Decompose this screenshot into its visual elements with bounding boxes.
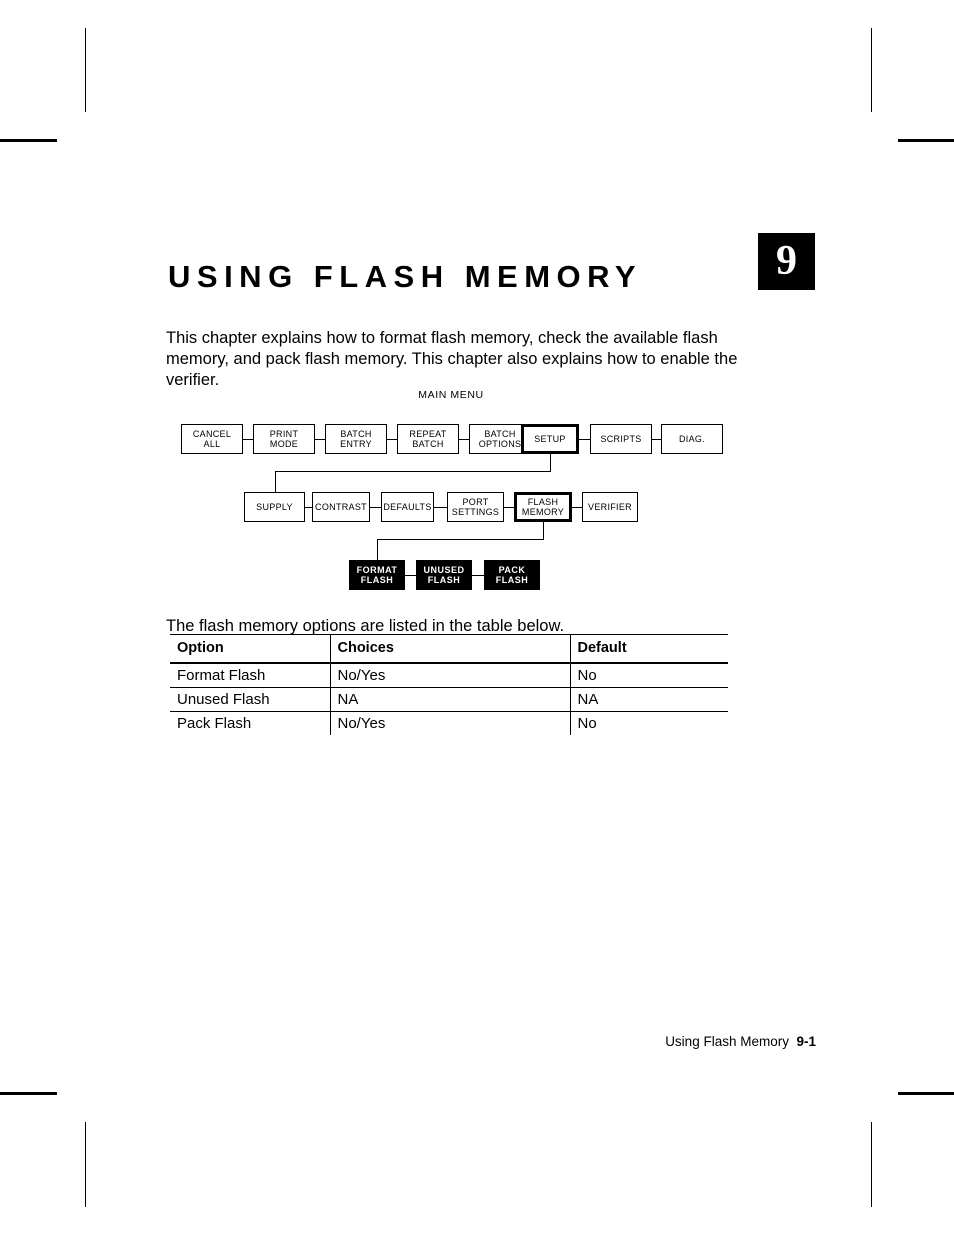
connector-line: [472, 575, 484, 576]
menu-node-label: REPEAT: [409, 428, 447, 439]
table-intro-text: The flash memory options are listed in t…: [166, 616, 565, 635]
menu-node-label: SETUP: [534, 433, 566, 444]
table-cell: No: [569, 711, 728, 735]
menu-node-flash-memory: FLASH MEMORY: [514, 492, 572, 522]
menu-node-label: UNUSED: [423, 564, 465, 575]
crop-mark-top-right-horizontal: [898, 139, 954, 142]
connector-line: [572, 507, 582, 508]
connector-line: [459, 439, 469, 440]
table-cell: Format Flash: [170, 663, 330, 688]
connector-line: [370, 507, 381, 508]
crop-mark-top-left-horizontal: [0, 139, 57, 142]
menu-node-label-line2: SETTINGS: [451, 507, 500, 517]
connector-line: [243, 439, 253, 440]
footer-chapter-label: Using Flash Memory: [665, 1034, 789, 1049]
connector-line: [305, 507, 312, 508]
menu-node-label-line2: MODE: [269, 439, 299, 449]
menu-node-pack-flash: PACK FLASH: [484, 560, 540, 590]
menu-node-label: DIAG.: [678, 433, 705, 444]
menu-node-repeat-batch: REPEAT BATCH: [397, 424, 459, 454]
menu-node-diag-: DIAG.: [661, 424, 723, 454]
crop-mark-bottom-right-vertical: [871, 1122, 872, 1207]
menu-node-label: SUPPLY: [256, 501, 293, 512]
connector-line: [652, 439, 661, 440]
connector-line: [579, 439, 590, 440]
menu-node-label-line2: OPTIONS: [478, 439, 522, 449]
connector-line: [504, 507, 514, 508]
table-header-row: Option Choices Default: [170, 634, 728, 664]
menu-node-print-mode: PRINT MODE: [253, 424, 315, 454]
connector-line: [377, 539, 544, 540]
menu-node-label-line2: ENTRY: [340, 439, 372, 449]
table-row: Unused Flash NA NA: [170, 687, 728, 712]
menu-node-label-line2: FLASH: [495, 575, 529, 585]
menu-node-supply: SUPPLY: [244, 492, 305, 522]
connector-line: [434, 507, 447, 508]
crop-mark-bottom-left-vertical: [85, 1122, 86, 1207]
column-header-option: Option: [170, 634, 330, 664]
connector-line: [550, 454, 551, 471]
connector-line: [543, 522, 544, 539]
menu-node-setup: SETUP: [521, 424, 579, 454]
menu-node-label: VERIFIER: [588, 501, 632, 512]
table-cell: NA: [329, 687, 570, 712]
menu-node-label-line2: MEMORY: [521, 507, 565, 517]
table-row: Format Flash No/Yes No: [170, 663, 728, 688]
menu-node-label: PORT: [462, 496, 489, 507]
page-footer: Using Flash Memory 9-1: [0, 1034, 816, 1049]
menu-node-verifier: VERIFIER: [582, 492, 638, 522]
crop-mark-bottom-left-horizontal: [0, 1092, 57, 1095]
menu-node-contrast: CONTRAST: [312, 492, 370, 522]
menu-node-defaults: DEFAULTS: [381, 492, 434, 522]
menu-node-label: FLASH: [527, 496, 559, 507]
connector-line: [274, 471, 551, 472]
menu-node-label: CANCEL: [192, 428, 232, 439]
table-cell: No/Yes: [329, 663, 570, 688]
flash-memory-options-table: Option Choices Default Format Flash No/Ye…: [170, 634, 728, 735]
menu-node-port-settings: PORT SETTINGS: [447, 492, 504, 522]
connector-line: [274, 471, 276, 492]
column-header-default: Default: [569, 634, 728, 664]
table-cell: No/Yes: [329, 711, 570, 735]
table-cell: Pack Flash: [177, 715, 252, 732]
page-title: USING FLASH MEMORY: [168, 258, 643, 294]
menu-map-diagram: CANCEL ALL PRINT MODE BATCH ENTRY REPEAT BATCH B…: [0, 380, 954, 595]
menu-node-label: DEFAULTS: [383, 501, 432, 512]
connector-line: [387, 439, 397, 440]
menu-node-format-flash: FORMAT FLASH: [349, 560, 405, 590]
menu-node-label: PACK: [498, 564, 526, 575]
menu-node-label: PRINT: [269, 428, 299, 439]
column-header-choices: Choices: [329, 634, 570, 664]
menu-node-label: CONTRAST: [315, 501, 367, 512]
table-row: Pack Flash No/Yes No: [170, 711, 728, 735]
crop-mark-top-left-vertical: [85, 28, 86, 112]
menu-node-label-line2: FLASH: [360, 575, 394, 585]
menu-node-label: FORMAT: [356, 564, 398, 575]
table-cell: No: [569, 663, 728, 688]
menu-node-label-line2: FLASH: [427, 575, 461, 585]
menu-node-label-line2: BATCH: [412, 439, 444, 449]
connector-line: [315, 439, 325, 440]
menu-node-cancel-all: CANCEL ALL: [181, 424, 243, 454]
menu-node-label: BATCH: [484, 428, 516, 439]
table-cell: Unused Flash: [170, 687, 330, 712]
menu-node-label: SCRIPTS: [600, 433, 642, 444]
connector-line: [377, 539, 378, 560]
menu-node-label-line2: ALL: [203, 439, 221, 449]
crop-mark-top-right-vertical: [871, 28, 872, 112]
menu-node-label: BATCH: [340, 428, 372, 439]
crop-mark-bottom-right-horizontal: [898, 1092, 954, 1095]
connector-line: [405, 575, 416, 576]
menu-node-unused-flash: UNUSED FLASH: [416, 560, 472, 590]
footer-page-number: 9-1: [796, 1034, 816, 1049]
table-cell: NA: [569, 687, 728, 712]
menu-node-batch-entry: BATCH ENTRY: [325, 424, 387, 454]
menu-node-scripts: SCRIPTS: [590, 424, 652, 454]
chapter-number-badge: 9: [758, 233, 815, 290]
